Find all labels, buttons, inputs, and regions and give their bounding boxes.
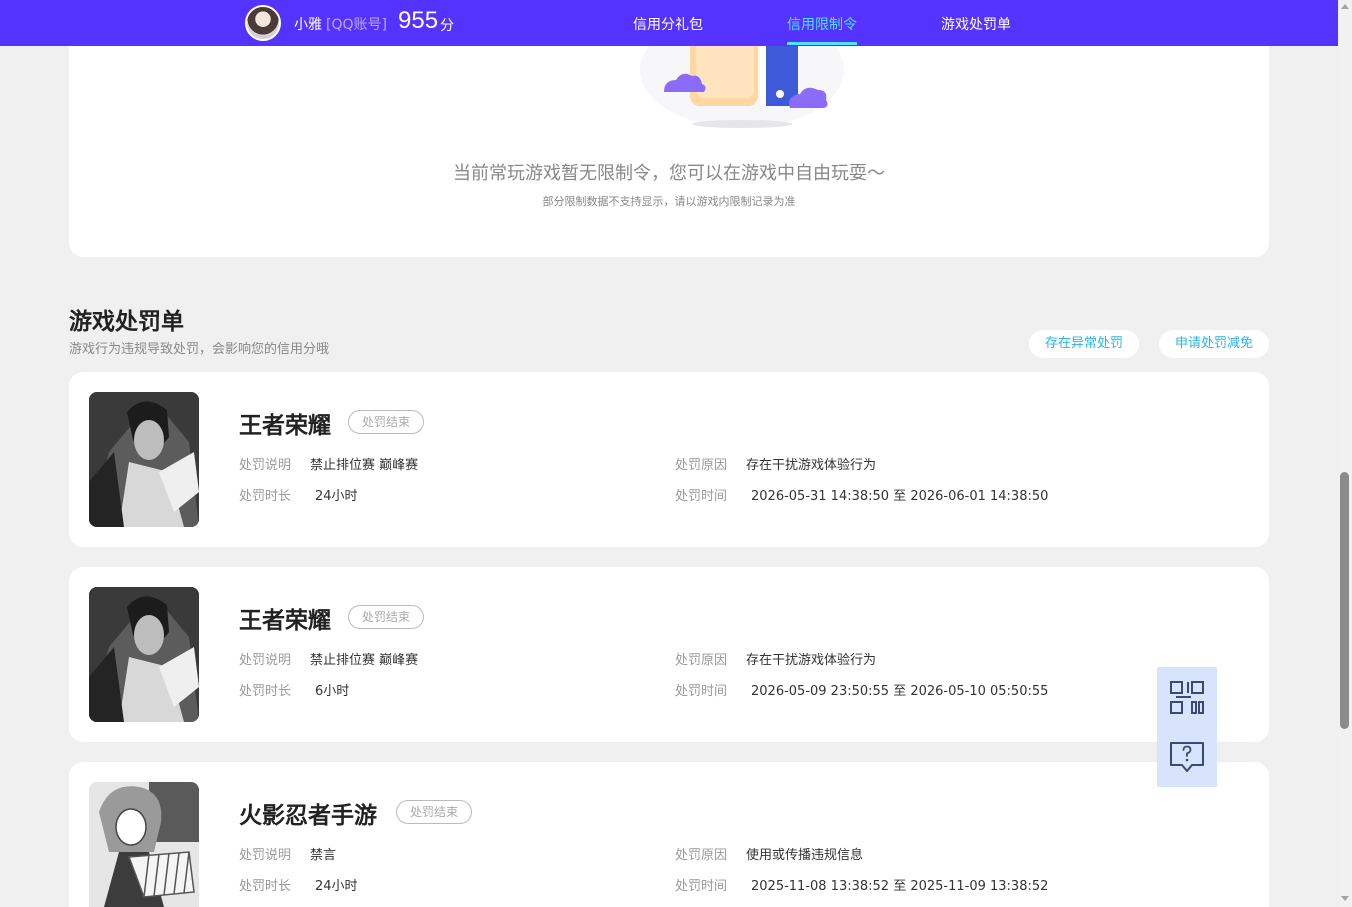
time-label: 处罚时间 (675, 684, 728, 699)
game-image-naruto (89, 782, 199, 907)
help-chat-icon (1170, 742, 1204, 772)
reason-label: 处罚原因 (675, 653, 728, 668)
credit-score: 955 (398, 7, 439, 34)
desc-label: 处罚说明 (239, 848, 292, 863)
empty-state-title: 当前常玩游戏暂无限制令，您可以在游戏中自由玩耍～ (453, 163, 885, 184)
time-value: 2025-11-08 13:38:52 至 2025-11-09 13:38:5… (751, 879, 1049, 894)
help-button[interactable] (1157, 727, 1217, 787)
reason-value: 存在干扰游戏体验行为 (746, 458, 877, 473)
username: 小雅 (294, 17, 322, 33)
scroll-down-arrow-icon[interactable] (1341, 896, 1349, 901)
game-name: 火影忍者手游 (239, 803, 377, 829)
avatar[interactable] (245, 5, 281, 41)
duration-value: 6小时 (315, 684, 350, 699)
penalty-card: 火影忍者手游 处罚结束 处罚说明 禁言 处罚时长 24小时 处罚原因 使用或传播… (69, 762, 1269, 907)
duration-label: 处罚时长 (239, 489, 292, 504)
time-label: 处罚时间 (675, 489, 728, 504)
time-value: 2026-05-09 23:50:55 至 2026-05-10 05:50:5… (751, 684, 1049, 699)
scroll-up-arrow-icon[interactable] (1341, 4, 1349, 9)
account-type: [QQ账号] (326, 17, 387, 33)
qr-code-icon (1170, 681, 1204, 714)
time-value: 2026-05-31 14:38:50 至 2026-06-01 14:38:5… (751, 489, 1049, 504)
qr-code-button[interactable] (1157, 667, 1217, 727)
duration-label: 处罚时长 (239, 879, 292, 894)
status-badge: 处罚结束 (348, 410, 425, 434)
scrollbar-thumb[interactable] (1340, 472, 1349, 729)
top-nav-bar: 小雅 [QQ账号] 955 分 信用分礼包 信用限制令 游戏处罚单 (0, 0, 1338, 46)
game-image-honor-of-kings (89, 587, 199, 722)
vertical-scrollbar[interactable] (1338, 0, 1352, 907)
tab-game-penalty[interactable]: 游戏处罚单 (941, 14, 1011, 34)
duration-value: 24小时 (315, 879, 358, 894)
penalty-card: 王者荣耀 处罚结束 处罚说明 禁止排位赛 巅峰赛 处罚时长 24小时 处罚原因 … (69, 372, 1269, 547)
empty-state-subtitle: 部分限制数据不支持显示，请以游戏内限制记录为准 (542, 195, 796, 208)
desc-label: 处罚说明 (239, 653, 292, 668)
desc-value: 禁止排位赛 巅峰赛 (310, 653, 419, 668)
duration-value: 24小时 (315, 489, 358, 504)
game-name: 王者荣耀 (239, 413, 331, 439)
time-label: 处罚时间 (675, 879, 728, 894)
reason-value: 存在干扰游戏体验行为 (746, 653, 877, 668)
active-tab-underline (787, 42, 857, 45)
game-image-honor-of-kings (89, 392, 199, 527)
duration-label: 处罚时长 (239, 684, 292, 699)
desc-value: 禁止排位赛 巅峰赛 (310, 458, 419, 473)
tab-credit-gift[interactable]: 信用分礼包 (633, 14, 703, 34)
status-badge: 处罚结束 (348, 605, 425, 629)
reason-value: 使用或传播违规信息 (746, 848, 864, 863)
desc-label: 处罚说明 (239, 458, 292, 473)
reason-label: 处罚原因 (675, 458, 728, 473)
desc-value: 禁言 (310, 848, 337, 863)
tab-credit-restriction[interactable]: 信用限制令 (787, 14, 857, 34)
penalty-card: 王者荣耀 处罚结束 处罚说明 禁止排位赛 巅峰赛 处罚时长 6小时 处罚原因 存… (69, 567, 1269, 742)
game-name: 王者荣耀 (239, 608, 331, 634)
status-badge: 处罚结束 (396, 800, 473, 824)
penalty-section-subtitle: 游戏行为违规导致处罚，会影响您的信用分哦 (69, 342, 330, 357)
reason-label: 处罚原因 (675, 848, 728, 863)
abnormal-penalty-button[interactable]: 存在异常处罚 (1029, 330, 1139, 358)
score-unit: 分 (440, 18, 454, 34)
penalty-section-title: 游戏处罚单 (69, 309, 184, 335)
appeal-penalty-button[interactable]: 申请处罚减免 (1159, 330, 1269, 358)
